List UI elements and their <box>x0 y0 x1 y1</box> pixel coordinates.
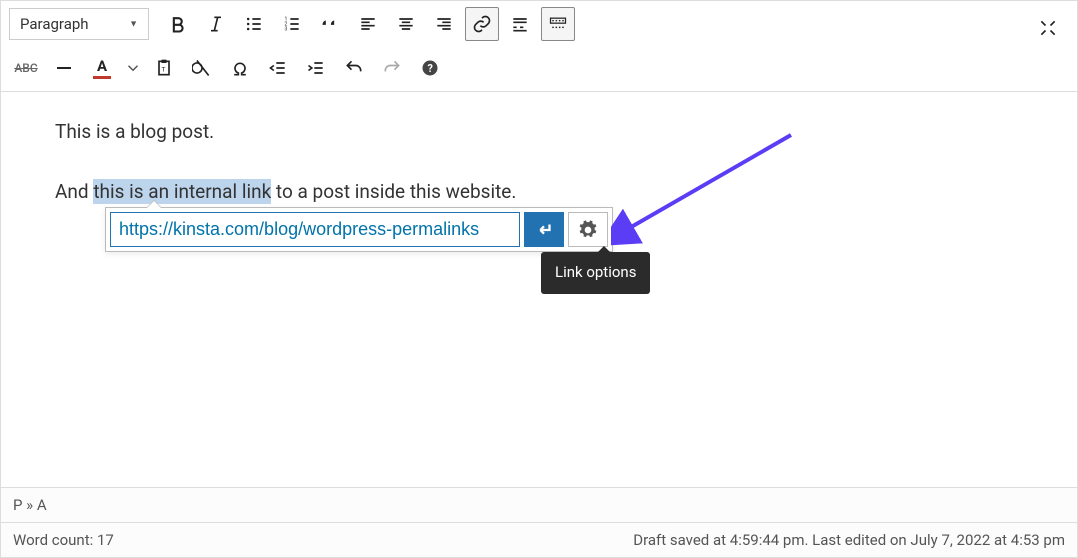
enter-icon <box>533 219 555 241</box>
text-color-dropdown[interactable] <box>123 51 143 85</box>
editor-wrap: Paragraph 123 ABC A T ? <box>0 0 1078 558</box>
svg-text:T: T <box>162 65 166 73</box>
svg-text:3: 3 <box>285 27 288 33</box>
outdent-button[interactable] <box>261 51 295 85</box>
clear-formatting-button[interactable] <box>185 51 219 85</box>
distraction-free-button[interactable] <box>1031 11 1065 45</box>
align-right-button[interactable] <box>427 7 461 41</box>
text-color-button[interactable]: A <box>85 51 119 85</box>
link-popup <box>105 207 613 252</box>
align-center-button[interactable] <box>389 7 423 41</box>
bold-button[interactable] <box>161 7 195 41</box>
link-options-tooltip: Link options <box>541 252 650 294</box>
align-left-button[interactable] <box>351 7 385 41</box>
special-character-button[interactable] <box>223 51 257 85</box>
content-area[interactable]: This is a blog post. And this is an inte… <box>1 92 1077 487</box>
save-status: Draft saved at 4:59:44 pm. Last edited o… <box>633 531 1065 549</box>
paste-text-button[interactable]: T <box>147 51 181 85</box>
text-color-icon: A <box>93 57 111 79</box>
link-options-button[interactable] <box>568 212 608 247</box>
svg-text:?: ? <box>428 62 433 75</box>
numbered-list-button[interactable]: 123 <box>275 7 309 41</box>
redo-button[interactable] <box>375 51 409 85</box>
indent-button[interactable] <box>299 51 333 85</box>
link-button[interactable] <box>465 7 499 41</box>
strikethrough-button[interactable]: ABC <box>9 51 43 85</box>
strikethrough-icon: ABC <box>14 61 37 75</box>
toolbar-toggle-button[interactable] <box>541 7 575 41</box>
bullet-list-button[interactable] <box>237 7 271 41</box>
blockquote-button[interactable] <box>313 7 347 41</box>
paragraph-2: And this is an internal link to a post i… <box>55 176 1023 208</box>
format-select[interactable]: Paragraph <box>9 8 149 40</box>
gear-icon <box>578 220 598 240</box>
link-url-input[interactable] <box>110 212 520 247</box>
apply-link-button[interactable] <box>524 212 564 247</box>
read-more-button[interactable] <box>503 7 537 41</box>
hr-icon <box>57 67 71 69</box>
toolbar: Paragraph 123 ABC A T ? <box>1 1 1077 92</box>
help-button[interactable]: ? <box>413 51 447 85</box>
toolbar-row-2: ABC A T ? <box>9 51 1069 85</box>
paragraph-1: This is a blog post. <box>55 116 1023 148</box>
status-footer: Word count: 17 Draft saved at 4:59:44 pm… <box>1 522 1077 557</box>
link-text-selection[interactable]: this is an internal link <box>93 179 271 204</box>
italic-button[interactable] <box>199 7 233 41</box>
undo-button[interactable] <box>337 51 371 85</box>
element-path[interactable]: P » A <box>1 487 1077 522</box>
word-count: Word count: 17 <box>13 531 114 549</box>
horizontal-rule-button[interactable] <box>47 51 81 85</box>
